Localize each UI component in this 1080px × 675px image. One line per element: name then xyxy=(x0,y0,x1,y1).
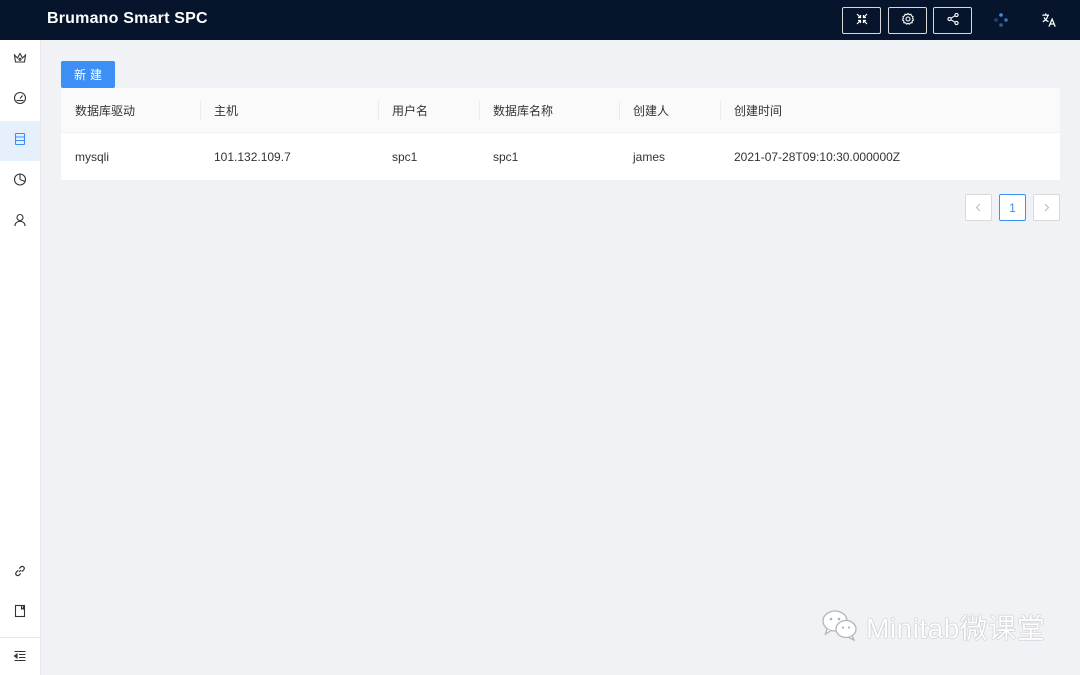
top-bar: Brumano Smart SPC xyxy=(0,0,1080,40)
pagination-prev-button[interactable] xyxy=(965,194,992,221)
cell-driver: mysqli xyxy=(75,149,110,164)
column-separator xyxy=(200,101,201,120)
sidebar xyxy=(0,40,41,675)
cell-created-at: 2021-07-28T09:10:30.000000Z xyxy=(734,149,901,164)
app-title: Brumano Smart SPC xyxy=(47,10,208,27)
fullscreen-exit-icon xyxy=(855,12,869,29)
cell-username: spc1 xyxy=(392,149,418,164)
watermark: Minitab微课堂 xyxy=(820,608,1045,646)
settings-icon xyxy=(901,12,915,29)
book-icon xyxy=(13,604,27,623)
column-separator xyxy=(619,101,620,120)
column-header: 用户名 xyxy=(392,103,429,118)
chevron-right-icon xyxy=(1042,201,1051,215)
link-icon xyxy=(13,564,27,583)
sidebar-item-link[interactable] xyxy=(0,553,40,593)
sidebar-item-dashboard[interactable] xyxy=(0,80,40,120)
watermark-text: Minitab微课堂 xyxy=(866,613,1046,644)
sidebar-item-database[interactable] xyxy=(0,121,40,161)
menu-fold-icon xyxy=(13,649,27,668)
column-separator xyxy=(378,101,379,120)
cell-database-name: spc1 xyxy=(493,149,519,164)
sidebar-item-docs[interactable] xyxy=(0,593,40,633)
column-header: 主机 xyxy=(214,103,239,118)
column-separator xyxy=(479,101,480,120)
new-button[interactable]: 新建 xyxy=(61,61,115,88)
pie-chart-icon xyxy=(13,172,27,191)
database-icon xyxy=(13,132,27,151)
user-icon xyxy=(13,213,27,232)
column-separator xyxy=(720,101,721,120)
share-button[interactable] xyxy=(933,7,972,34)
column-header: 数据库名称 xyxy=(493,103,554,118)
column-header: 创建时间 xyxy=(734,103,783,118)
share-icon xyxy=(946,12,960,29)
sidebar-item-analysis[interactable] xyxy=(0,161,40,201)
pagination-next-button[interactable] xyxy=(1033,194,1060,221)
chevron-left-icon xyxy=(974,201,983,215)
column-header: 创建人 xyxy=(633,103,670,118)
dashboard-icon xyxy=(13,91,27,110)
translate-icon[interactable] xyxy=(1040,11,1058,29)
table-header: 数据库驱动 主机 用户名 数据库名称 创建人 创建时间 xyxy=(61,88,1060,133)
sidebar-item-user[interactable] xyxy=(0,202,40,242)
loading-dots-icon xyxy=(992,11,1010,29)
crown-icon xyxy=(13,51,27,70)
fullscreen-exit-button[interactable] xyxy=(842,7,881,34)
sidebar-collapse-toggle[interactable] xyxy=(0,638,40,675)
column-header: 数据库驱动 xyxy=(75,103,136,118)
wechat-logo-icon xyxy=(820,608,860,647)
table-row[interactable]: mysqli 101.132.109.7 spc1 spc1 james 202… xyxy=(61,133,1060,180)
sidebar-item-home[interactable] xyxy=(0,40,40,80)
pagination-page-1[interactable]: 1 xyxy=(999,194,1026,221)
cell-host: 101.132.109.7 xyxy=(214,149,291,164)
cell-creator: james xyxy=(633,149,666,164)
settings-button[interactable] xyxy=(888,7,927,34)
database-table: 数据库驱动 主机 用户名 数据库名称 创建人 创建时间 mysqli 101.1… xyxy=(61,88,1060,180)
